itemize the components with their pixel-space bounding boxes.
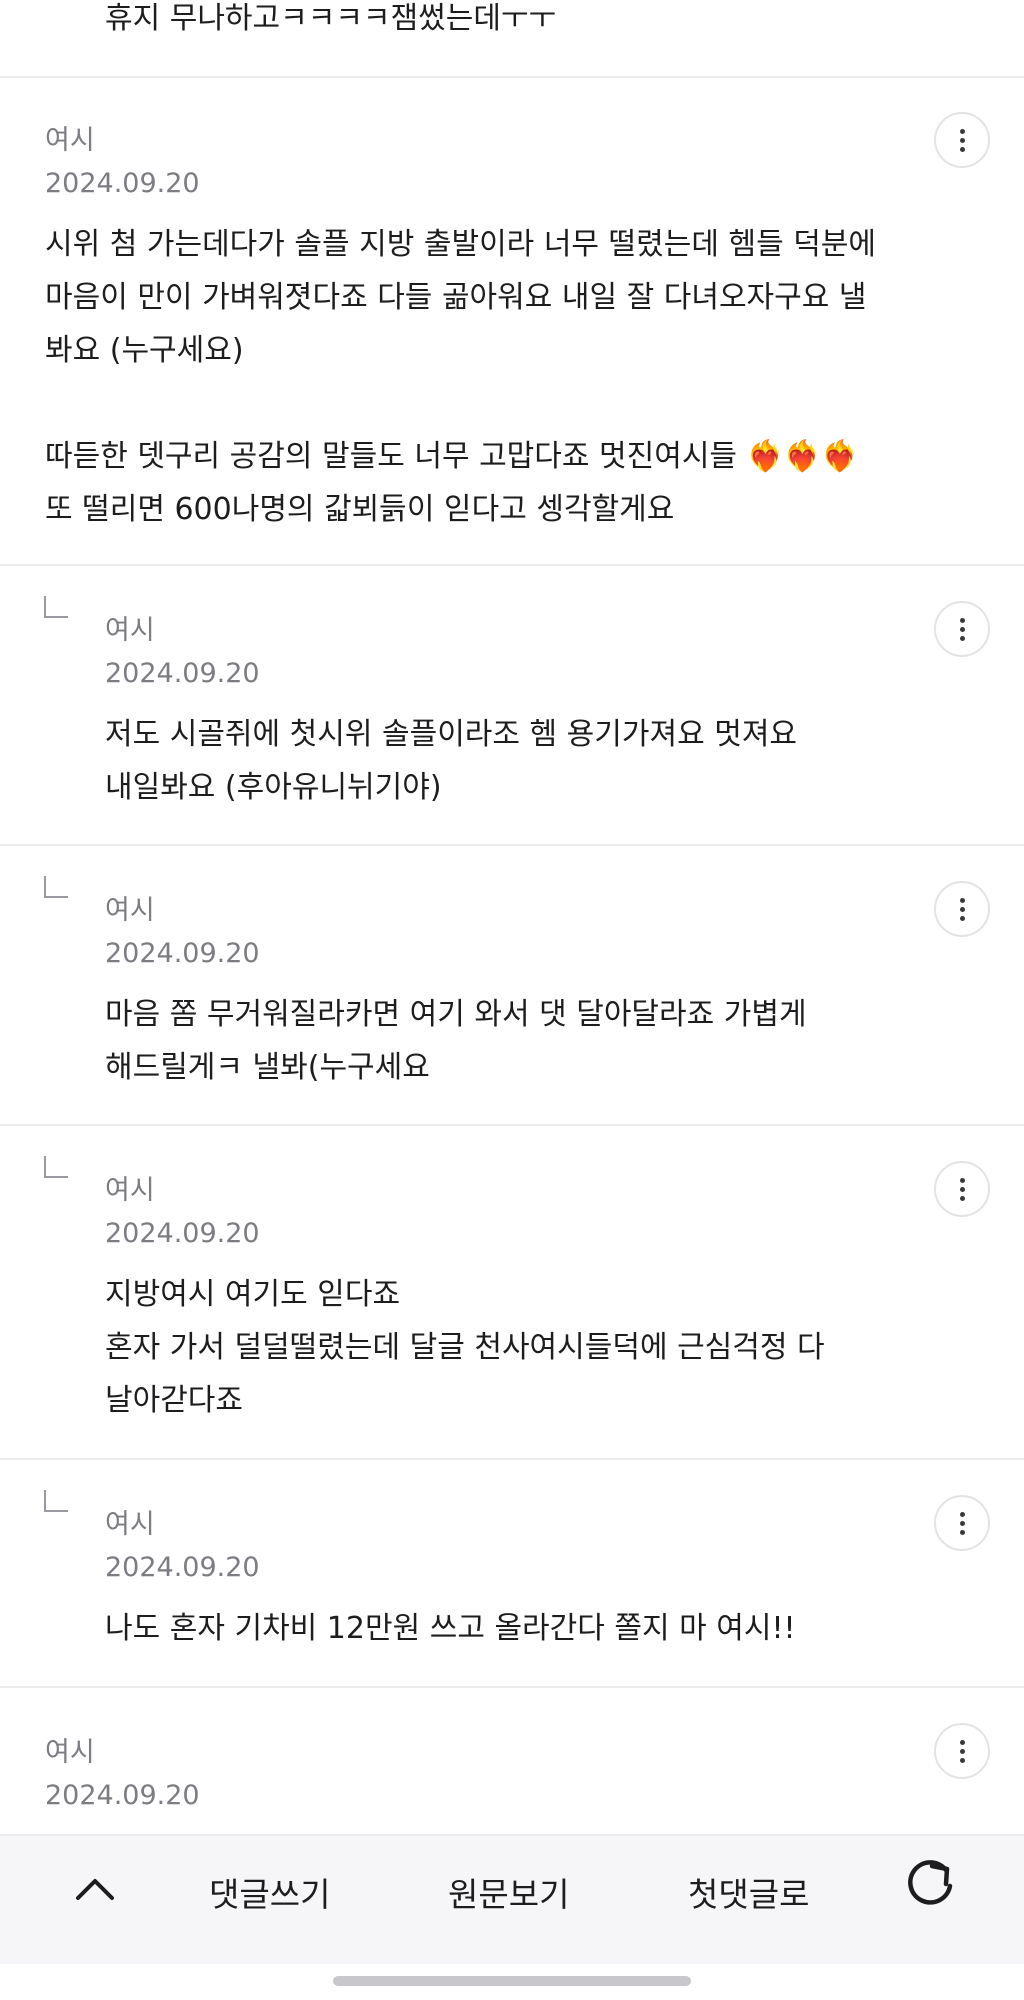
more-options-button[interactable] (934, 112, 990, 168)
more-vertical-icon (959, 897, 965, 903)
comment-author[interactable]: 여시 (45, 1736, 95, 1770)
comment-date: 2024.09.20 (105, 1552, 260, 1583)
more-vertical-icon (959, 617, 965, 623)
comment-body: 시위 첨 가는데다가 솔플 지방 출발이라 너무 떨렸는데 헴들 덕분에 마음이… (45, 227, 877, 527)
comment-author[interactable]: 여시 (105, 894, 155, 928)
more-vertical-icon (959, 1511, 965, 1517)
refresh-icon (908, 1860, 953, 1905)
comment-author[interactable]: 여시 (45, 124, 95, 158)
reply-item: 여시 2024.09.20 지방여시 여기도 읻다죠 혼자 가서 덜덜떨렸는데 … (0, 1126, 1024, 1458)
more-vertical-icon (959, 1739, 965, 1745)
comment-item: 여시 2024.09.20 시위 첨 가는데다가 솔플 지방 출발이라 너무 떨… (0, 78, 1024, 564)
reply-item: 여시 2024.09.20 나도 혼자 기차비 12만원 쓰고 올라간다 쫄지 … (0, 1460, 1024, 1686)
comment-author[interactable]: 여시 (105, 614, 155, 648)
reply-item: 여시 2024.09.20 저도 시골쥐에 첫시위 솔플이라조 헴 용기가져요 … (0, 566, 1024, 844)
first-comment-button[interactable]: 첫댓글로 (688, 1874, 809, 1916)
more-options-button[interactable] (934, 601, 990, 657)
reply-item: 여시 2024.09.20 마음 쫌 무거워질라카면 여기 와서 댓 달아달라죠… (0, 846, 1024, 1124)
comment-body: 지방여시 여기도 읻다죠 혼자 가서 덜덜떨렸는데 달글 천사여시들덕에 근심걱… (105, 1277, 825, 1418)
comment-date: 2024.09.20 (45, 1780, 200, 1811)
reply-arrow-icon (44, 1490, 68, 1512)
home-indicator (333, 1976, 691, 1986)
more-options-button[interactable] (934, 1723, 990, 1779)
more-options-button[interactable] (934, 1161, 990, 1217)
comment-body: 나도 혼자 기차비 12만원 쓰고 올라간다 쫄지 마 여시!! (105, 1611, 796, 1646)
comment-item: 여시 2024.09.20 (0, 1688, 1024, 1834)
bottom-action-bar: 댓글쓰기 원문보기 첫댓글로 (0, 1834, 1024, 1964)
view-original-button[interactable]: 원문보기 (448, 1874, 569, 1916)
write-comment-button[interactable]: 댓글쓰기 (209, 1874, 330, 1916)
reply-arrow-icon (44, 596, 68, 618)
scroll-top-button[interactable] (70, 1866, 120, 1916)
refresh-button[interactable] (902, 1854, 960, 1912)
comment-date: 2024.09.20 (105, 658, 260, 689)
comment-date: 2024.09.20 (105, 1218, 260, 1249)
more-options-button[interactable] (934, 1495, 990, 1551)
more-options-button[interactable] (934, 881, 990, 937)
reply-arrow-icon (44, 876, 68, 898)
more-vertical-icon (959, 128, 965, 134)
comment-date: 2024.09.20 (45, 168, 200, 199)
comment-date: 2024.09.20 (105, 938, 260, 969)
chevron-up-icon (76, 1879, 114, 1900)
comment-author[interactable]: 여시 (105, 1508, 155, 1542)
comment-body: 마음 쫌 무거워질라카면 여기 와서 댓 달아달라죠 가볍게 해드릴게ㅋ 낼봐(… (105, 997, 807, 1085)
comment-body: 저도 시골쥐에 첫시위 솔플이라조 헴 용기가져요 멋져요 내일봐요 (후아유니… (105, 717, 798, 805)
more-vertical-icon (959, 1177, 965, 1183)
comment-author[interactable]: 여시 (105, 1174, 155, 1208)
comment-text-previous: 휴지 무나하고ㅋㅋㅋㅋ잼썼는데ㅜㅜ (105, 1, 557, 36)
reply-arrow-icon (44, 1156, 68, 1178)
